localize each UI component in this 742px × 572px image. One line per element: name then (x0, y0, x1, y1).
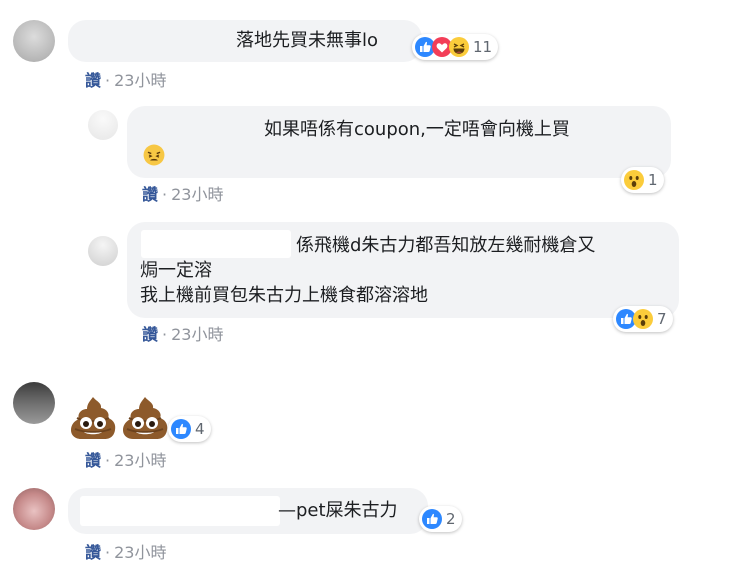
separator-dot: · (162, 325, 168, 344)
pile-of-poo-emoji (123, 397, 168, 439)
comment-text: 如果唔係有coupon,一定唔會向機上買 (264, 119, 570, 140)
timestamp-link[interactable]: 23小時 (171, 185, 223, 204)
comment-meta: 讚 · 23小時 (142, 181, 223, 205)
avatar[interactable] (13, 488, 55, 530)
comment-text-line-1: 係飛機d朱古力都吾知放左幾耐機倉又 (296, 235, 596, 256)
comment-text-line-2: 焗一定溶 (140, 260, 212, 281)
reaction-summary[interactable]: 11 (412, 34, 499, 60)
reaction-count: 4 (195, 420, 205, 438)
separator-dot: · (105, 543, 111, 562)
comment-text: —pet屎朱古力 (278, 500, 398, 521)
reaction-summary[interactable]: 1 (621, 167, 664, 193)
comment-text: 落地先買未無事lo (236, 30, 379, 51)
tired-face-emoji (143, 144, 165, 166)
avatar[interactable] (13, 20, 55, 62)
wow-icon (633, 309, 653, 329)
reaction-count: 7 (657, 310, 667, 328)
comment-text-line-3: 我上機前買包朱古力上機食都溶溶地 (140, 285, 428, 306)
separator-dot: · (105, 71, 111, 90)
avatar[interactable] (88, 110, 118, 140)
haha-icon (449, 37, 469, 57)
like-link[interactable]: 讚 (142, 185, 158, 204)
reaction-summary[interactable]: 2 (419, 506, 462, 532)
comment-meta: 讚 · 23小時 (85, 67, 166, 91)
timestamp-link[interactable]: 23小時 (114, 451, 166, 470)
reaction-count: 2 (446, 510, 456, 528)
redacted-name (141, 230, 291, 258)
like-link[interactable]: 讚 (85, 451, 101, 470)
comment-bubble: 如果唔係有coupon,一定唔會向機上買 (127, 106, 671, 178)
timestamp-link[interactable]: 23小時 (114, 71, 166, 90)
separator-dot: · (105, 451, 111, 470)
comment-meta: 讚 · 23小時 (142, 321, 223, 345)
like-link[interactable]: 讚 (85, 543, 101, 562)
like-icon (422, 509, 442, 529)
like-link[interactable]: 讚 (142, 325, 158, 344)
reaction-summary[interactable]: 7 (613, 306, 673, 332)
reaction-count: 11 (473, 38, 493, 56)
reaction-summary[interactable]: 4 (168, 416, 211, 442)
timestamp-link[interactable]: 23小時 (171, 325, 223, 344)
comment-meta: 讚 · 23小時 (85, 539, 166, 563)
pile-of-poo-emoji (71, 397, 116, 439)
like-link[interactable]: 讚 (85, 71, 101, 90)
timestamp-link[interactable]: 23小時 (114, 543, 166, 562)
separator-dot: · (162, 185, 168, 204)
avatar[interactable] (88, 236, 118, 266)
like-icon (171, 419, 191, 439)
comment-bubble: —pet屎朱古力 (68, 488, 428, 534)
avatar[interactable] (13, 382, 55, 424)
comment-bubble: 係飛機d朱古力都吾知放左幾耐機倉又 焗一定溶 我上機前買包朱古力上機食都溶溶地 (127, 222, 679, 318)
comment-meta: 讚 · 23小時 (85, 447, 166, 471)
reaction-count: 1 (648, 171, 658, 189)
wow-icon (624, 170, 644, 190)
redacted-name (80, 496, 280, 526)
comment-bubble: 落地先買未無事lo (68, 20, 422, 62)
